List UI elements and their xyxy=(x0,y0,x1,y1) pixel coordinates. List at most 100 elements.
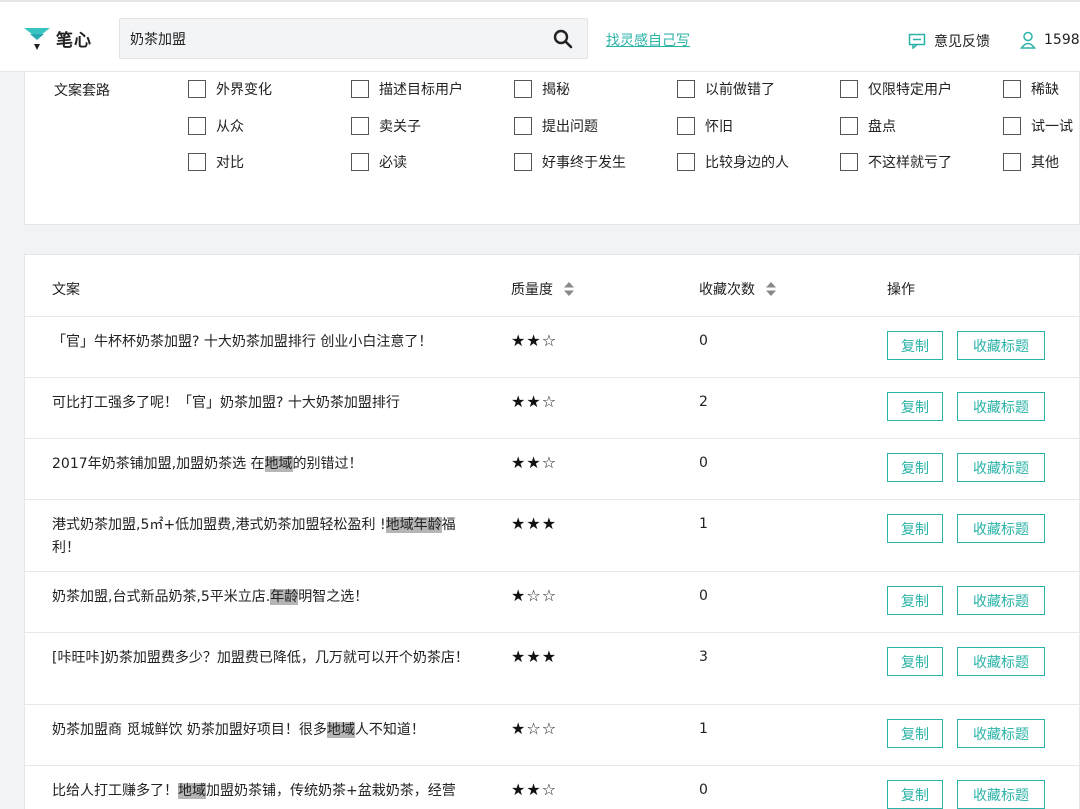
checkbox[interactable] xyxy=(351,80,369,98)
filter-option[interactable]: 仅限特定用户 xyxy=(840,79,952,99)
copy-button[interactable]: 复制 xyxy=(887,453,943,482)
search-box xyxy=(119,18,588,59)
checkbox[interactable] xyxy=(840,153,858,171)
favorite-count: 2 xyxy=(699,394,708,410)
star-filled-icon: ★ xyxy=(541,647,558,666)
copy-text-segment: 的别错过！ xyxy=(292,456,363,472)
quality-stars: ★★★ xyxy=(511,514,557,533)
checkbox[interactable] xyxy=(677,80,695,98)
filter-option[interactable]: 描述目标用户 xyxy=(351,79,463,99)
favorite-title-button[interactable]: 收藏标题 xyxy=(957,453,1045,482)
checkbox[interactable] xyxy=(188,117,206,135)
checkbox[interactable] xyxy=(840,117,858,135)
logo[interactable]: 笔心 xyxy=(22,24,92,52)
favorite-title-button[interactable]: 收藏标题 xyxy=(957,392,1045,421)
filter-option[interactable]: 比较身边的人 xyxy=(677,152,789,172)
copy-button[interactable]: 复制 xyxy=(887,331,943,360)
checkbox[interactable] xyxy=(188,153,206,171)
copy-text: 奶茶加盟,台式新品奶茶,5平米立店.年龄明智之选！ xyxy=(52,586,472,609)
filter-option[interactable]: 卖关子 xyxy=(351,116,421,136)
filter-option[interactable]: 稀缺 xyxy=(1003,79,1059,99)
copy-text: 比给人打工赚多了！地域加盟奶茶铺，传统奶茶+盆栽奶茶，经营 xyxy=(52,780,472,803)
checkbox[interactable] xyxy=(1003,117,1021,135)
favorite-title-button[interactable]: 收藏标题 xyxy=(957,780,1045,809)
checkbox[interactable] xyxy=(188,80,206,98)
column-header-favorites[interactable]: 收藏次数 xyxy=(699,279,777,299)
highlighted-keyword: 年龄 xyxy=(270,589,299,605)
filter-option[interactable]: 不这样就亏了 xyxy=(840,152,952,172)
copy-button[interactable]: 复制 xyxy=(887,719,943,748)
star-filled-icon: ★ xyxy=(526,514,542,533)
search-icon[interactable] xyxy=(553,29,573,49)
checkbox[interactable] xyxy=(1003,153,1021,171)
favorite-count: 1 xyxy=(699,721,708,737)
copy-table: 文案 质量度 收藏次数 操作 「官」牛杯杯奶茶加盟? 十大奶茶加盟排行 创业小白… xyxy=(24,254,1080,809)
copy-text-segment: 奶茶加盟,台式新品奶茶,5平米立店. xyxy=(52,589,271,605)
copy-button[interactable]: 复制 xyxy=(887,647,943,676)
write-yourself-link[interactable]: 找灵感自己写 xyxy=(606,30,690,50)
filter-option[interactable]: 好事终于发生 xyxy=(514,152,626,172)
filter-option[interactable]: 其他 xyxy=(1003,152,1059,172)
filter-option[interactable]: 盘点 xyxy=(840,116,896,136)
checkbox[interactable] xyxy=(677,153,695,171)
quality-stars: ★★★ xyxy=(511,647,557,666)
favorite-count: 1 xyxy=(699,516,708,532)
filter-option[interactable]: 试一试 xyxy=(1003,116,1073,136)
filter-option[interactable]: 以前做错了 xyxy=(677,79,775,99)
column-header-quality[interactable]: 质量度 xyxy=(511,279,575,299)
checkbox[interactable] xyxy=(677,117,695,135)
filter-option[interactable]: 怀旧 xyxy=(677,116,733,136)
feedback-button[interactable]: 意见反馈 xyxy=(908,31,990,51)
sort-icon[interactable] xyxy=(563,281,575,297)
favorite-title-button[interactable]: 收藏标题 xyxy=(957,514,1045,543)
favorite-title-button[interactable]: 收藏标题 xyxy=(957,647,1045,676)
filter-option[interactable]: 外界变化 xyxy=(188,79,272,99)
favorite-title-button[interactable]: 收藏标题 xyxy=(957,719,1045,748)
copy-button[interactable]: 复制 xyxy=(887,392,943,421)
star-empty-icon: ☆ xyxy=(526,719,542,738)
copy-text-segment: 可比打工强多了呢！「官」奶茶加盟? 十大奶茶加盟排行 xyxy=(52,395,400,411)
filter-option[interactable]: 提出问题 xyxy=(514,116,598,136)
star-filled-icon: ★ xyxy=(511,719,527,738)
star-empty-icon: ☆ xyxy=(541,586,558,605)
favorite-count: 0 xyxy=(699,588,708,604)
checkbox[interactable] xyxy=(351,117,369,135)
logo-text: 笔心 xyxy=(56,30,92,51)
quality-stars: ★★☆ xyxy=(511,453,557,472)
filter-option[interactable]: 从众 xyxy=(188,116,244,136)
star-empty-icon: ☆ xyxy=(541,453,558,472)
checkbox[interactable] xyxy=(351,153,369,171)
checkbox[interactable] xyxy=(840,80,858,98)
filter-option[interactable]: 对比 xyxy=(188,152,244,172)
favorite-title-button[interactable]: 收藏标题 xyxy=(957,331,1045,360)
copy-pattern-filter: 文案套路 外界变化 描述目标用户 揭秘 以前做错了 仅限特定用户 稀缺 从众 卖… xyxy=(24,72,1080,225)
checkbox[interactable] xyxy=(1003,80,1021,98)
copy-text-segment: 加盟奶茶铺，传统奶茶+盆栽奶茶，经营 xyxy=(206,783,456,799)
favorite-count: 0 xyxy=(699,333,708,349)
copy-button[interactable]: 复制 xyxy=(887,780,943,809)
copy-text-segment: 「官」牛杯杯奶茶加盟? 十大奶茶加盟排行 创业小白注意了！ xyxy=(52,334,433,350)
favorite-title-button[interactable]: 收藏标题 xyxy=(957,586,1045,615)
star-filled-icon: ★ xyxy=(511,647,527,666)
star-filled-icon: ★ xyxy=(541,514,558,533)
highlighted-keyword: 地域 xyxy=(326,722,355,738)
copy-button[interactable]: 复制 xyxy=(887,586,943,615)
table-row: [咔旺咔]奶茶加盟费多少？加盟费已降低，几万就可以开个奶茶店！ ★★★ 3 复制 收藏标… xyxy=(25,633,1079,705)
quality-stars: ★☆☆ xyxy=(511,586,557,605)
star-filled-icon: ★ xyxy=(511,780,527,799)
checkbox[interactable] xyxy=(514,153,532,171)
user-menu[interactable]: 1598 xyxy=(1020,31,1080,49)
copy-text: 2017年奶茶铺加盟,加盟奶茶选 在地域的别错过！ xyxy=(52,453,472,476)
copy-button[interactable]: 复制 xyxy=(887,514,943,543)
checkbox[interactable] xyxy=(514,80,532,98)
checkbox[interactable] xyxy=(514,117,532,135)
table-row: 港式奶茶加盟,5㎡+低加盟费,港式奶茶加盟轻松盈利 !地域年龄福利！ ★★★ 1 复制… xyxy=(25,500,1079,572)
sort-icon[interactable] xyxy=(765,281,777,297)
star-filled-icon: ★ xyxy=(526,392,542,411)
table-row: 奶茶加盟,台式新品奶茶,5平米立店.年龄明智之选！ ★☆☆ 0 复制 收藏标题 xyxy=(25,572,1079,633)
filter-option[interactable]: 必读 xyxy=(351,152,407,172)
star-filled-icon: ★ xyxy=(511,392,527,411)
star-empty-icon: ☆ xyxy=(541,331,558,350)
search-input[interactable] xyxy=(120,19,540,58)
filter-option[interactable]: 揭秘 xyxy=(514,79,570,99)
